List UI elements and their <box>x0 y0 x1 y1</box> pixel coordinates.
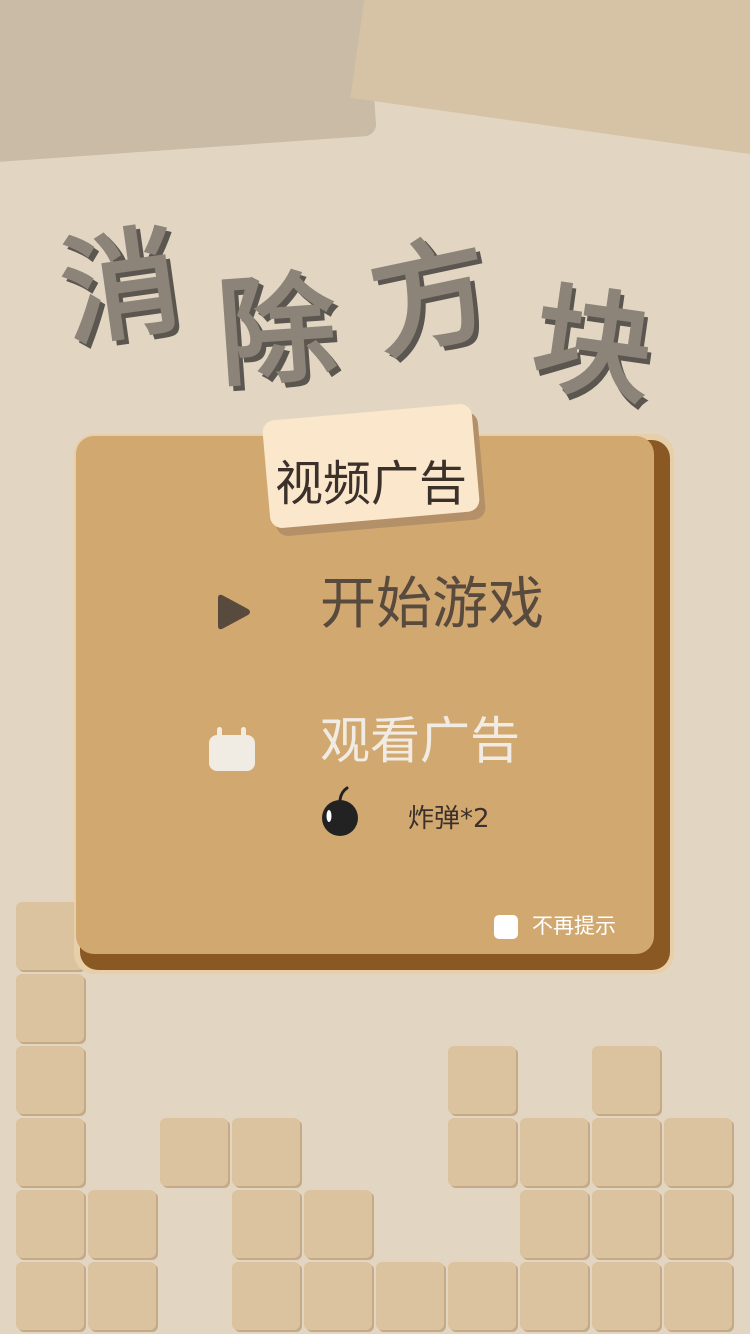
block-tile <box>16 1046 84 1114</box>
block-tile <box>520 1118 588 1186</box>
block-tile <box>448 1046 516 1114</box>
block-tile <box>592 1118 660 1186</box>
title-char-4: 块 <box>524 268 662 422</box>
block-tile <box>160 1118 228 1186</box>
play-icon <box>218 594 250 630</box>
reward-label: 炸弹*2 <box>408 804 490 834</box>
block-tile <box>520 1262 588 1330</box>
block-tile <box>16 1118 84 1186</box>
title-char-3: 方 <box>358 217 504 377</box>
block-tile <box>16 1262 84 1330</box>
block-tile <box>592 1190 660 1258</box>
block-tile <box>448 1118 516 1186</box>
block-tile <box>304 1262 372 1330</box>
block-tile <box>592 1046 660 1114</box>
title-char-1: 消 <box>52 210 190 364</box>
block-tile <box>232 1190 300 1258</box>
block-tile <box>592 1262 660 1330</box>
dialog-tag-label: 视频广告 <box>274 456 467 512</box>
block-tile <box>88 1190 156 1258</box>
background-band-right <box>350 0 750 161</box>
block-tile <box>448 1262 516 1330</box>
checkbox-icon[interactable] <box>494 915 518 939</box>
start-game-label: 开始游戏 <box>320 572 544 637</box>
block-tile <box>232 1118 300 1186</box>
bomb-icon <box>322 786 358 836</box>
block-tile <box>304 1190 372 1258</box>
background-band-left <box>0 0 377 165</box>
block-tile <box>664 1190 732 1258</box>
watch-ad-label: 观看广告 <box>320 712 520 770</box>
block-tile <box>376 1262 444 1330</box>
block-tile <box>16 974 84 1042</box>
block-tile <box>16 1190 84 1258</box>
dont-show-again-label: 不再提示 <box>532 914 616 938</box>
block-tile <box>664 1262 732 1330</box>
title-char-2: 除 <box>213 258 341 404</box>
block-tile <box>520 1190 588 1258</box>
block-tile <box>232 1262 300 1330</box>
tv-icon <box>209 727 255 771</box>
block-tile <box>664 1118 732 1186</box>
block-tile <box>88 1262 156 1330</box>
